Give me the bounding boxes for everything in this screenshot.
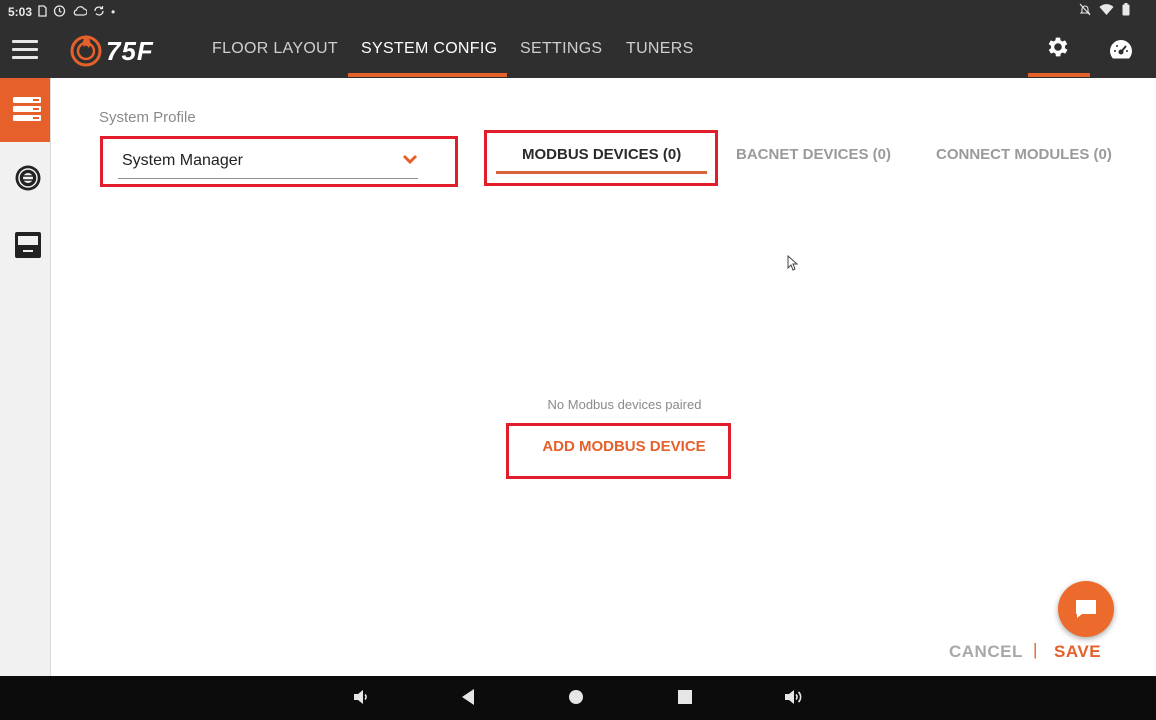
notifications-off-icon xyxy=(1079,3,1091,19)
dial-icon xyxy=(15,165,41,191)
app-bar: 75F FLOOR LAYOUT SYSTEM CONFIG SETTINGS … xyxy=(0,22,1156,78)
nav-settings[interactable]: SETTINGS xyxy=(520,40,602,58)
tab-active-indicator xyxy=(496,171,707,174)
add-modbus-device-button[interactable]: ADD MODBUS DEVICE xyxy=(518,438,730,455)
wifi-icon xyxy=(1099,3,1114,19)
battery-icon xyxy=(1122,3,1130,19)
sync-icon xyxy=(93,5,105,20)
tab-modbus-devices[interactable]: MODBUS DEVICES (0) xyxy=(522,146,681,163)
nav-active-indicator xyxy=(348,73,507,77)
system-navigation-bar xyxy=(0,676,1156,720)
alarm-icon xyxy=(53,4,66,20)
system-profile-value: System Manager xyxy=(122,152,243,169)
tab-bacnet-devices[interactable]: BACNET DEVICES (0) xyxy=(736,146,891,163)
status-dot: • xyxy=(111,5,116,19)
dashboard-gauge-icon[interactable] xyxy=(1108,37,1134,63)
volume-up-icon[interactable] xyxy=(783,688,803,711)
menu-icon[interactable] xyxy=(12,40,38,60)
chat-icon xyxy=(1076,600,1096,618)
status-bar: 5:03 • xyxy=(0,0,1156,22)
settings-active-indicator xyxy=(1028,73,1090,77)
gear-icon[interactable] xyxy=(1045,34,1071,64)
chat-button[interactable] xyxy=(1058,581,1114,637)
logo-text: 75F xyxy=(106,36,154,66)
system-profile-select[interactable]: System Manager xyxy=(118,146,418,179)
system-profile-label: System Profile xyxy=(99,109,196,126)
nav-system-config[interactable]: SYSTEM CONFIG xyxy=(361,40,497,58)
status-time: 5:03 xyxy=(8,5,33,19)
cancel-button[interactable]: CANCEL xyxy=(949,642,1023,662)
footer-separator: | xyxy=(1033,640,1038,659)
thermostat-icon xyxy=(15,232,41,258)
sidebar-item-thermostat[interactable] xyxy=(15,232,41,263)
recents-icon[interactable] xyxy=(677,689,693,710)
nav-tuners[interactable]: TUNERS xyxy=(626,40,694,58)
sim-icon xyxy=(38,4,47,20)
logo: 75F xyxy=(68,32,164,68)
sidebar xyxy=(0,78,51,676)
home-icon[interactable] xyxy=(568,689,584,710)
volume-down-icon[interactable] xyxy=(352,688,370,711)
chevron-down-icon xyxy=(402,154,418,165)
system-list-icon xyxy=(13,97,41,121)
sidebar-item-system[interactable] xyxy=(0,78,50,142)
back-icon[interactable] xyxy=(460,688,476,711)
nav-floor-layout[interactable]: FLOOR LAYOUT xyxy=(212,40,338,58)
save-button[interactable]: SAVE xyxy=(1054,642,1101,662)
mouse-cursor-icon xyxy=(787,254,799,276)
cloud-icon xyxy=(72,5,88,19)
sidebar-item-dial[interactable] xyxy=(14,164,42,197)
tab-connect-modules[interactable]: CONNECT MODULES (0) xyxy=(936,146,1112,163)
empty-state-message: No Modbus devices paired xyxy=(547,397,702,412)
